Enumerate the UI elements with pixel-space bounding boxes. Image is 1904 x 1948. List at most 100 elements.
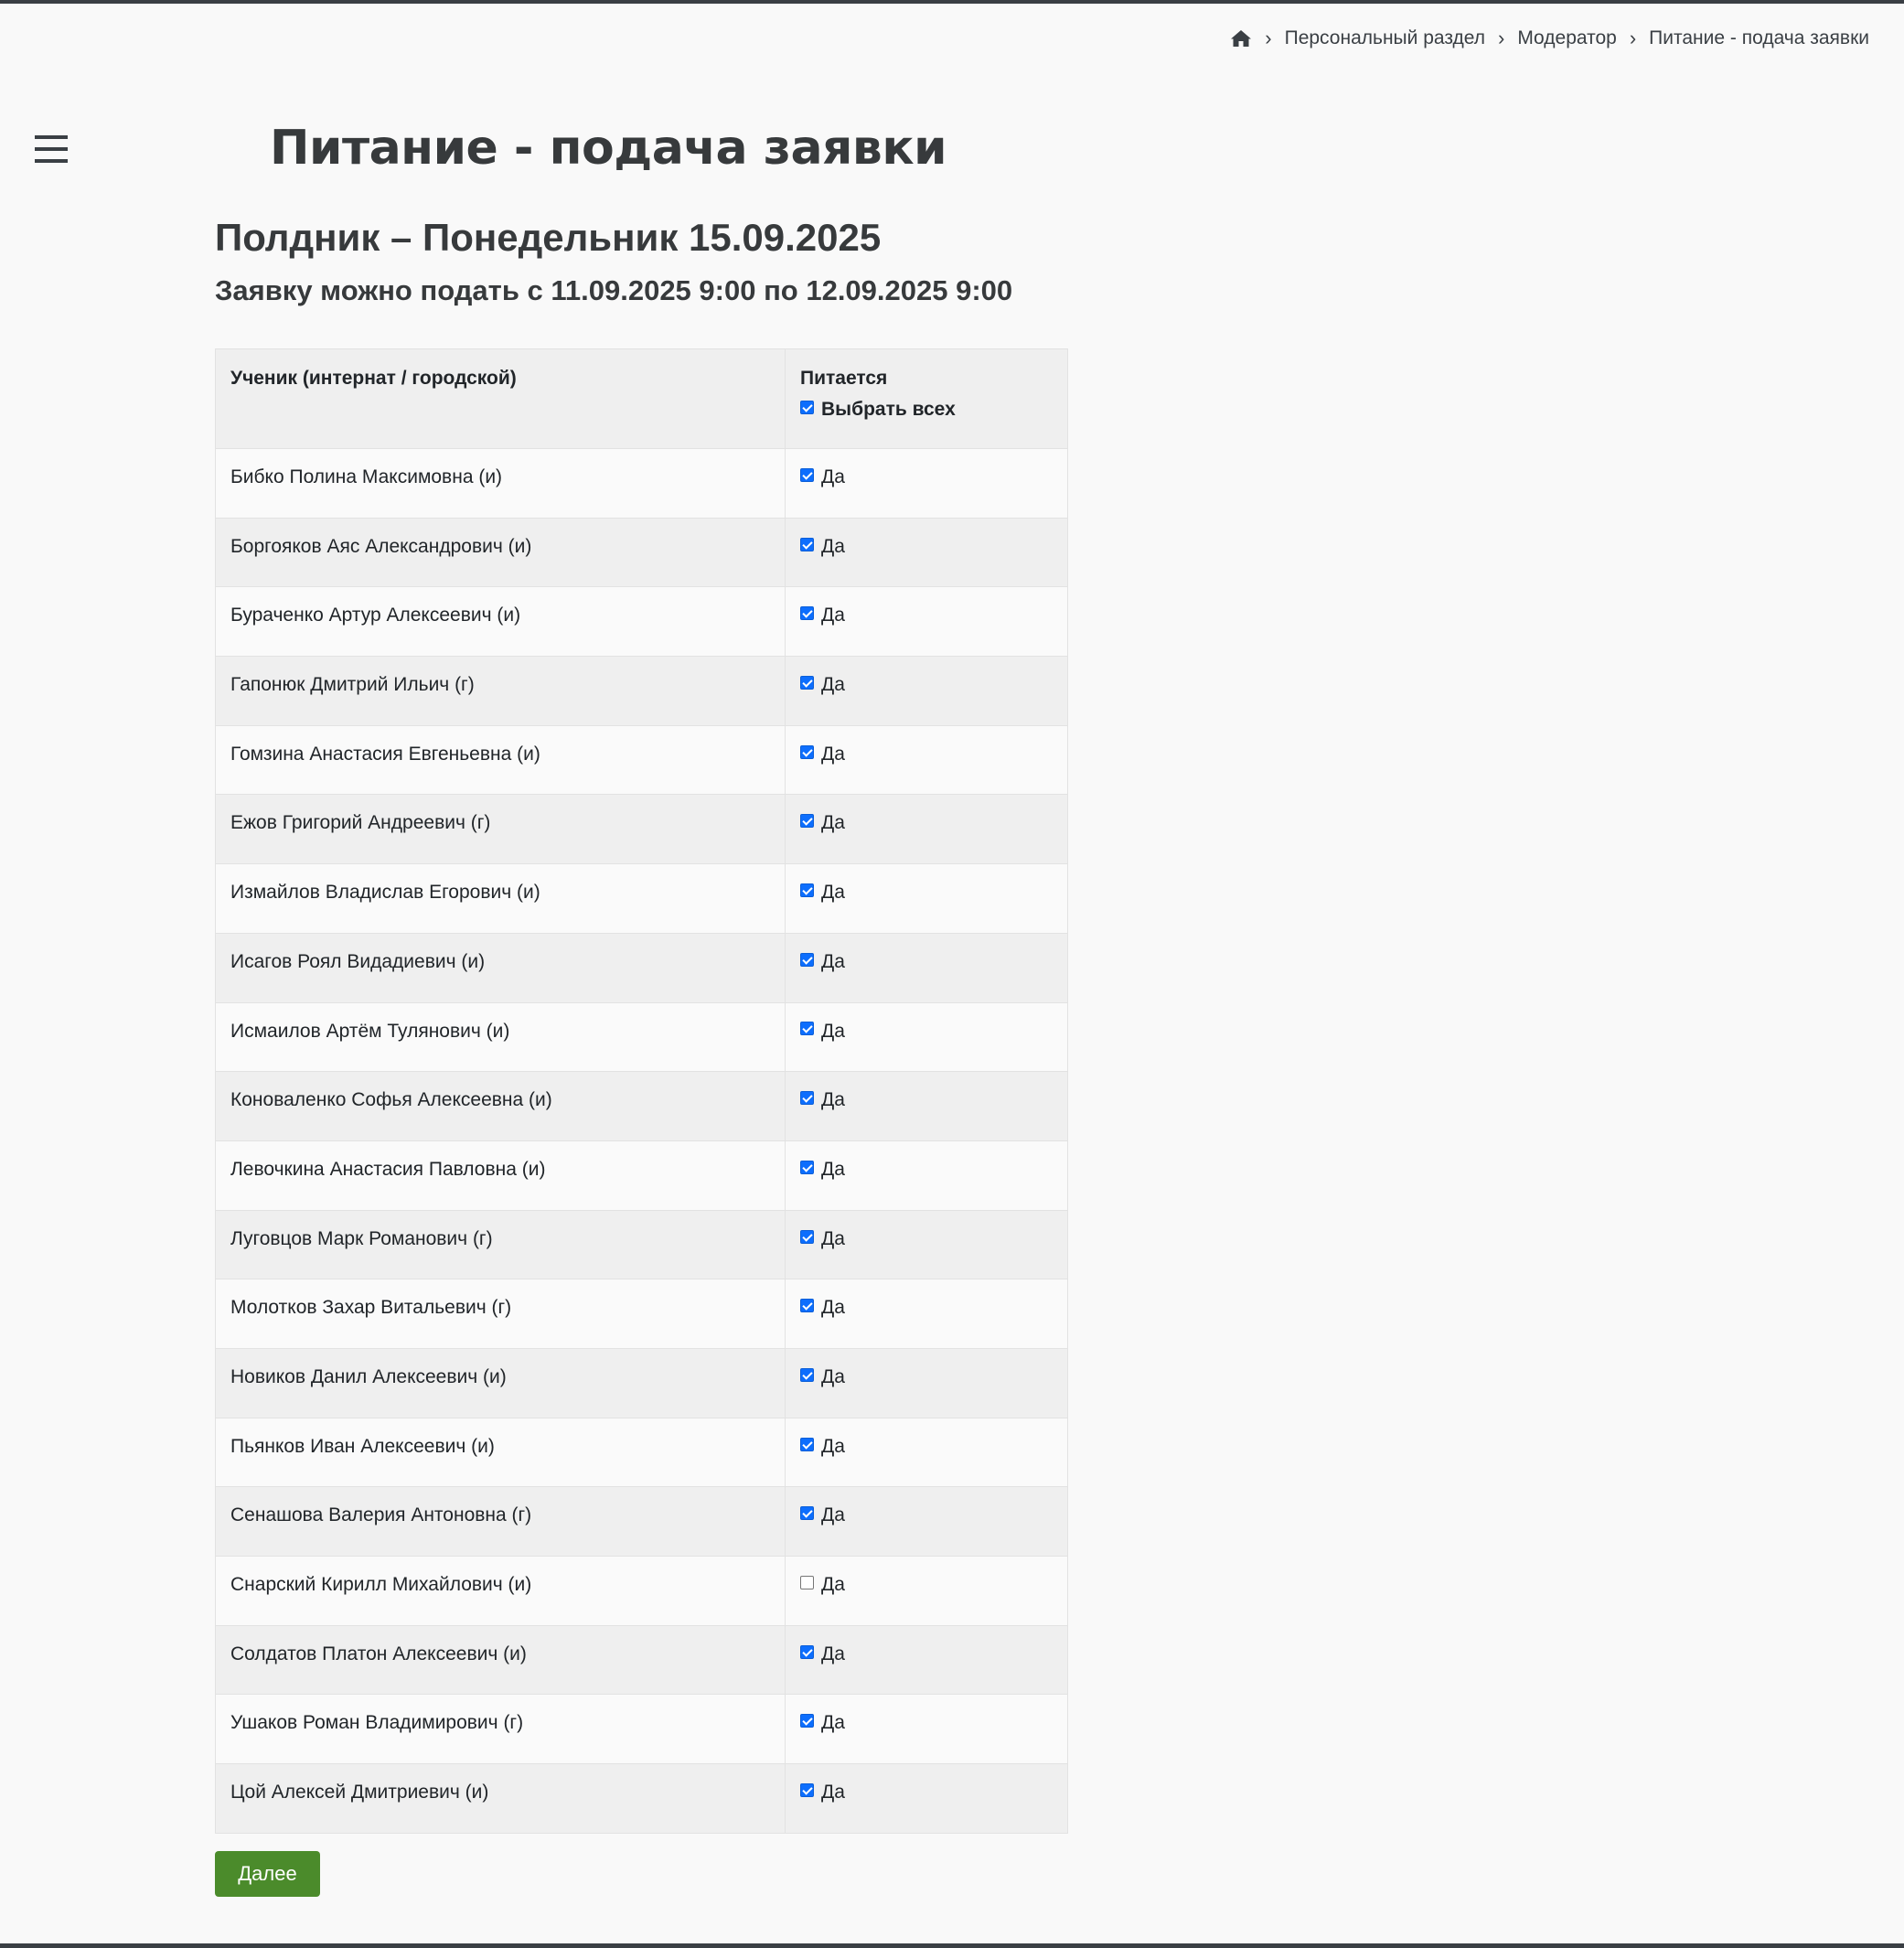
eats-cell: Да — [785, 1417, 1068, 1488]
table-row: Новиков Данил Алексеевич (и) Да — [215, 1347, 1068, 1418]
select-all-checkbox[interactable]: Выбрать всех — [800, 399, 1053, 421]
eats-yes-label: Да — [821, 1020, 845, 1042]
checkbox[interactable] — [800, 1367, 814, 1382]
table-row: Пьянков Иван Алексеевич (и) Да — [215, 1417, 1068, 1488]
student-name: Ушаков Роман Владимирович (г) — [215, 1694, 786, 1765]
eats-yes-label: Да — [821, 1504, 845, 1526]
student-name: Молотков Захар Витальевич (г) — [215, 1279, 786, 1349]
checkbox[interactable] — [800, 1644, 814, 1659]
checkbox[interactable] — [800, 1299, 814, 1313]
student-name: Левочкина Анастасия Павловна (и) — [215, 1140, 786, 1211]
eats-checkbox[interactable]: Да — [800, 674, 845, 695]
checkbox[interactable] — [800, 952, 814, 967]
eats-yes-label: Да — [821, 535, 845, 557]
checkbox[interactable] — [800, 883, 814, 898]
eats-cell: Да — [785, 1556, 1068, 1626]
student-name: Исмаилов Артём Тулянович (и) — [215, 1001, 786, 1073]
eats-checkbox[interactable]: Да — [800, 466, 845, 487]
breadcrumb-item-moderator[interactable]: Модератор — [1517, 27, 1617, 49]
eats-cell: Да — [785, 586, 1068, 658]
home-icon[interactable] — [1230, 29, 1252, 48]
eats-checkbox[interactable]: Да — [800, 1436, 845, 1457]
eats-checkbox[interactable]: Да — [800, 1021, 845, 1042]
eats-checkbox[interactable]: Да — [800, 536, 845, 557]
eats-checkbox[interactable]: Да — [800, 1297, 845, 1318]
eats-checkbox[interactable]: Да — [800, 1574, 845, 1595]
checkbox[interactable] — [800, 467, 814, 482]
checkbox[interactable] — [800, 537, 814, 551]
checkbox[interactable] — [800, 814, 814, 829]
checkbox[interactable] — [800, 1437, 814, 1451]
eats-cell: Да — [785, 448, 1068, 519]
meal-heading: Полдник – Понедельник 15.09.2025 — [215, 216, 882, 259]
eats-checkbox[interactable]: Да — [800, 882, 845, 903]
column-header-eats: Питается Выбрать всех — [785, 348, 1068, 449]
checkbox[interactable] — [800, 1506, 814, 1521]
eats-yes-label: Да — [821, 882, 845, 904]
eats-yes-label: Да — [821, 812, 845, 834]
checkbox[interactable] — [800, 1229, 814, 1244]
student-name: Исагов Роял Видадиевич (и) — [215, 932, 786, 1003]
checkbox[interactable] — [800, 606, 814, 621]
eats-cell: Да — [785, 794, 1068, 865]
eats-yes-label: Да — [821, 1158, 845, 1180]
student-name: Солдатов Платон Алексеевич (и) — [215, 1624, 786, 1696]
roster-table: Ученик (интернат / городской) Питается В… — [215, 348, 1068, 1834]
eats-yes-label: Да — [821, 1227, 845, 1249]
table-row: Бибко Полина Максимовна (и) Да — [215, 448, 1068, 519]
hamburger-menu-icon[interactable] — [35, 134, 70, 165]
eats-checkbox[interactable]: Да — [800, 1366, 845, 1387]
checkbox[interactable] — [800, 400, 814, 414]
eats-yes-label: Да — [821, 1089, 845, 1111]
table-row: Коноваленко Софья Алексеевна (и) Да — [215, 1071, 1068, 1141]
table-row: Боргояков Аяс Александрович (и) Да — [215, 517, 1068, 588]
table-row: Измайлов Владислав Егорович (и) Да — [215, 863, 1068, 934]
checkbox[interactable] — [800, 1091, 814, 1106]
column-header-student: Ученик (интернат / городской) — [215, 348, 786, 449]
bottom-border — [0, 1943, 1904, 1948]
eats-cell: Да — [785, 1763, 1068, 1834]
student-name: Пьянков Иван Алексеевич (и) — [215, 1417, 786, 1488]
eats-cell: Да — [785, 863, 1068, 934]
table-row: Гомзина Анастасия Евгеньевна (и) Да — [215, 724, 1068, 796]
next-button[interactable]: Далее — [215, 1851, 320, 1897]
checkbox[interactable] — [800, 1160, 814, 1174]
eats-checkbox[interactable]: Да — [800, 1643, 845, 1664]
eats-checkbox[interactable]: Да — [800, 1504, 845, 1525]
breadcrumb-item-personal[interactable]: Персональный раздел — [1285, 27, 1485, 49]
page-title: Питание - подача заявки — [270, 121, 947, 176]
select-all-label: Выбрать всех — [821, 399, 956, 420]
student-name: Коноваленко Софья Алексеевна (и) — [215, 1071, 786, 1141]
eats-yes-label: Да — [821, 743, 845, 765]
checkbox[interactable] — [800, 1714, 814, 1729]
eats-yes-label: Да — [821, 1712, 845, 1734]
checkbox[interactable] — [800, 744, 814, 759]
eats-cell: Да — [785, 932, 1068, 1003]
table-row: Левочкина Анастасия Павловна (и) Да — [215, 1140, 1068, 1211]
eats-checkbox[interactable]: Да — [800, 744, 845, 765]
eats-cell: Да — [785, 1071, 1068, 1141]
eats-checkbox[interactable]: Да — [800, 605, 845, 626]
checkbox[interactable] — [800, 1783, 814, 1798]
table-row: Исагов Роял Видадиевич (и) Да — [215, 932, 1068, 1003]
table-row: Гапонюк Дмитрий Ильич (г) Да — [215, 656, 1068, 726]
chevron-right-icon: › — [1629, 27, 1637, 49]
eats-checkbox[interactable]: Да — [800, 1228, 845, 1249]
eats-checkbox[interactable]: Да — [800, 1712, 845, 1733]
checkbox[interactable] — [800, 1022, 814, 1036]
student-name: Сенашова Валерия Антоновна (г) — [215, 1486, 786, 1557]
eats-yes-label: Да — [821, 1782, 845, 1804]
eats-checkbox[interactable]: Да — [800, 1159, 845, 1180]
student-name: Бураченко Артур Алексеевич (и) — [215, 586, 786, 658]
eats-checkbox[interactable]: Да — [800, 1089, 845, 1110]
eats-checkbox[interactable]: Да — [800, 812, 845, 833]
eats-checkbox[interactable]: Да — [800, 951, 845, 972]
eats-cell: Да — [785, 656, 1068, 726]
checkbox[interactable] — [800, 676, 814, 690]
eats-checkbox[interactable]: Да — [800, 1782, 845, 1803]
student-name: Цой Алексей Дмитриевич (и) — [215, 1763, 786, 1834]
eats-yes-label: Да — [821, 1365, 845, 1387]
checkbox[interactable] — [800, 1575, 814, 1589]
table-row: Сенашова Валерия Антоновна (г) Да — [215, 1486, 1068, 1557]
breadcrumb-item-current: Питание - подача заявки — [1649, 27, 1869, 48]
